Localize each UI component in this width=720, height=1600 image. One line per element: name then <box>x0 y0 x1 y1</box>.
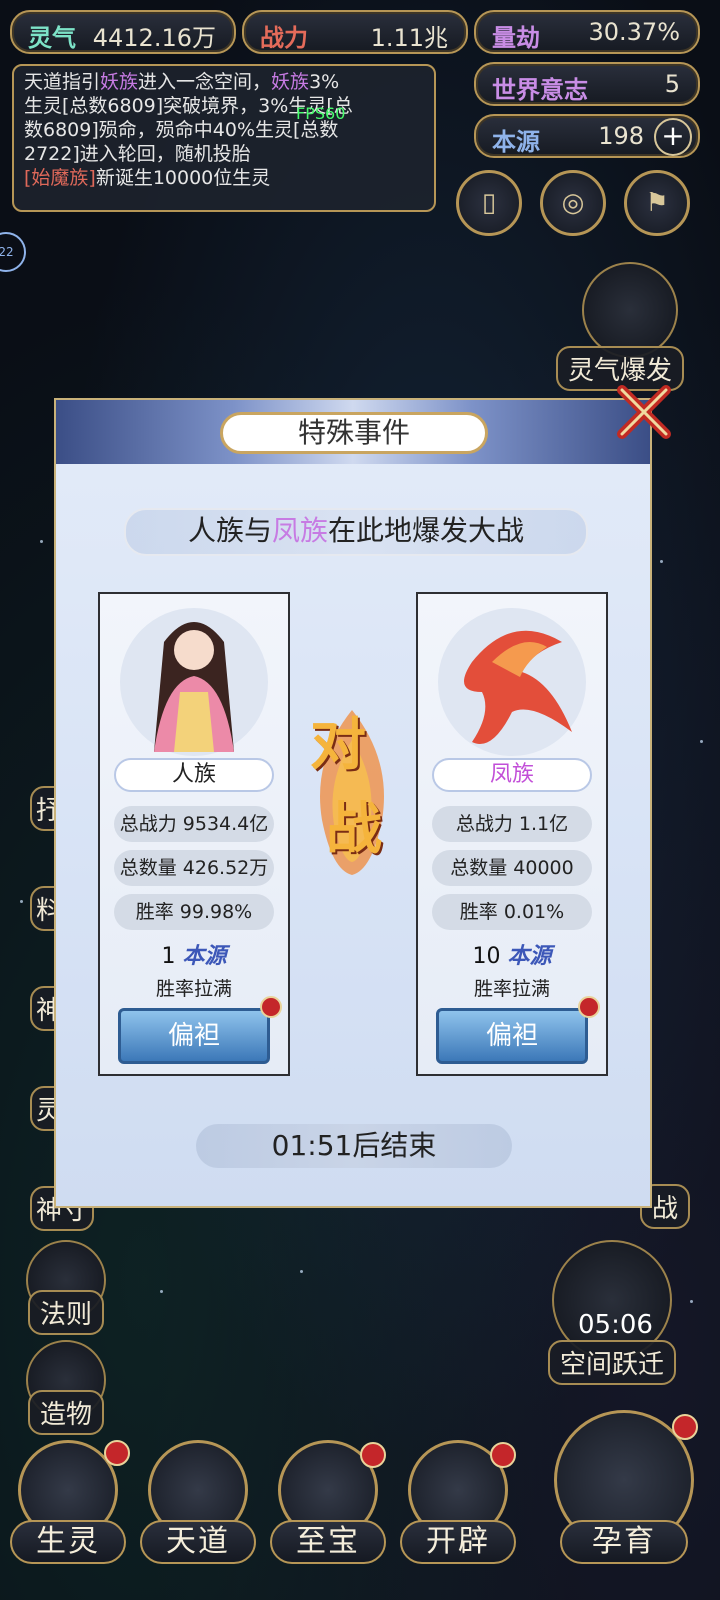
notification-dot <box>260 996 282 1018</box>
modal-title: 特殊事件 <box>220 412 488 454</box>
right-faction-card: 凤族 总战力 1.1亿 总数量 40000 胜率 0.01% 10 本源 胜率拉… <box>416 592 608 1076</box>
notification-dot <box>578 996 600 1018</box>
right-total-power: 总战力 1.1亿 <box>432 806 592 842</box>
event-log: 天道指引妖族进入一念空间，妖族3% 生灵[总数6809]突破境界，3%生灵[总 … <box>12 64 436 212</box>
shijie-value: 5 <box>664 70 680 98</box>
vs-bottom-char: 战 <box>326 797 382 862</box>
left-total-count: 总数量 426.52万 <box>114 850 274 886</box>
benyuan-value: 198 <box>598 122 644 150</box>
notification-dot <box>672 1414 698 1440</box>
benyuan-bar[interactable]: 本源 198 + <box>474 114 700 158</box>
benyuan-label: 本源 <box>492 128 540 156</box>
lingqi-bar[interactable]: 灵气 4412.16万 <box>10 10 236 54</box>
nav-yunyu[interactable]: 孕育 <box>544 1410 704 1580</box>
vs-top-char: 对 <box>310 713 366 778</box>
flag-icon[interactable]: ⚑ <box>624 170 690 236</box>
zhanli-bar[interactable]: 战力 1.11兆 <box>242 10 468 54</box>
phoenix-portrait <box>438 608 586 756</box>
swirl-icon[interactable]: ◎ <box>540 170 606 236</box>
left-faction-card: 人族 总战力 9534.4亿 总数量 426.52万 胜率 99.98% 1 本… <box>98 592 290 1076</box>
kongjian-timer: 05:06 <box>578 1310 653 1340</box>
left-total-power: 总战力 9534.4亿 <box>114 806 274 842</box>
nav-yunyu-label: 孕育 <box>560 1520 688 1564</box>
notification-dot <box>104 1440 130 1466</box>
log-line-3: 数6809]殒命，殒命中40%生灵[总数 <box>24 119 339 141</box>
liangjie-bar[interactable]: 量劫 30.37% <box>474 10 700 54</box>
nav-zhibao[interactable]: 至宝 <box>270 1440 386 1570</box>
nav-kaipi[interactable]: 开辟 <box>400 1440 516 1570</box>
card-icon[interactable]: ▯ <box>456 170 522 236</box>
left-cost: 1 本源 <box>161 944 227 969</box>
right-win-rate: 胜率 0.01% <box>432 894 592 930</box>
log-line-4: 2722]进入轮回，随机投胎 <box>24 143 251 165</box>
right-max-note: 胜率拉满 <box>473 978 550 1000</box>
liangjie-value: 30.37% <box>588 18 680 46</box>
left-max-note: 胜率拉满 <box>155 978 232 1000</box>
log-line-5: [始魔族]新诞生10000位生灵 <box>24 167 271 189</box>
star <box>700 740 703 743</box>
add-benyuan-icon[interactable]: + <box>654 118 692 156</box>
star <box>300 1270 303 1273</box>
event-countdown: 01:51后结束 <box>196 1124 512 1168</box>
notification-dot <box>360 1442 386 1468</box>
left-favor-button[interactable]: 偏袒 <box>118 1008 270 1064</box>
left-win-rate: 胜率 99.98% <box>114 894 274 930</box>
log-line-2: 生灵[总数6809]突破境界，3%生灵[总 <box>24 95 353 117</box>
right-total-count: 总数量 40000 <box>432 850 592 886</box>
right-favor-button[interactable]: 偏袒 <box>436 1008 588 1064</box>
close-icon[interactable] <box>612 380 676 444</box>
nav-shengling[interactable]: 生灵 <box>10 1440 130 1570</box>
shijie-bar[interactable]: 世界意志 5 <box>474 62 700 106</box>
special-event-modal: 特殊事件 人族与凤族在此地爆发大战 人族 总战力 9534.4亿 总数量 426… <box>54 398 652 1208</box>
star <box>20 900 23 903</box>
star <box>160 1290 163 1293</box>
star <box>690 1300 693 1303</box>
shijie-label: 世界意志 <box>492 76 588 104</box>
nav-tiandao[interactable]: 天道 <box>140 1440 256 1570</box>
nav-tiandao-label: 天道 <box>140 1520 256 1564</box>
right-faction-name: 凤族 <box>432 758 592 792</box>
fa-ze-button[interactable]: 法则 <box>28 1290 105 1335</box>
liangjie-label: 量劫 <box>492 24 540 52</box>
nav-kaipi-label: 开辟 <box>400 1520 516 1564</box>
nav-shengling-label: 生灵 <box>10 1520 126 1564</box>
nav-zhibao-label: 至宝 <box>270 1520 386 1564</box>
kongjian-yueqian-button[interactable]: 空间跃迁 <box>548 1340 677 1385</box>
lingqi-label: 灵气 <box>28 24 76 52</box>
fps-counter: FPS60 <box>296 104 346 123</box>
left-faction-name: 人族 <box>114 758 274 792</box>
zhanli-value: 1.11兆 <box>370 24 448 52</box>
log-line-1: 天道指引妖族进入一念空间，妖族3% <box>24 71 340 93</box>
zao-wu-button[interactable]: 造物 <box>28 1390 105 1435</box>
modal-subtitle: 人族与凤族在此地爆发大战 <box>124 508 588 556</box>
lingqi-value: 4412.16万 <box>92 24 216 52</box>
human-portrait <box>120 608 268 756</box>
versus-emblem: 对 战 <box>302 700 402 880</box>
star <box>660 560 663 563</box>
zhanli-label: 战力 <box>260 24 308 52</box>
lingqi-baofa-icon[interactable] <box>582 262 678 358</box>
star <box>40 540 43 543</box>
notification-dot <box>490 1442 516 1468</box>
right-cost: 10 本源 <box>472 944 552 969</box>
